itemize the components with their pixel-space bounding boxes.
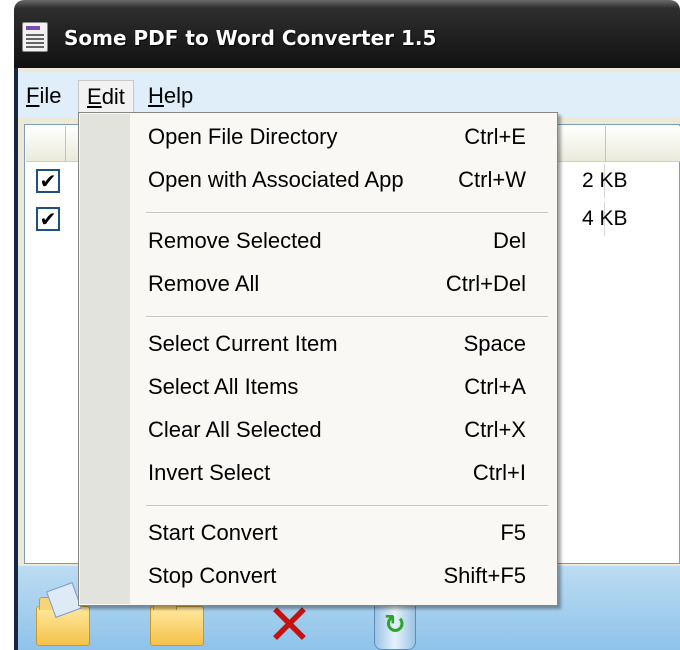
menu-item-open-file-directory[interactable]: Open File Directory Ctrl+E bbox=[132, 118, 556, 160]
menu-item-label: Remove All bbox=[148, 271, 260, 296]
menu-item-label: Open File Directory bbox=[148, 124, 338, 149]
menu-item-shortcut: Ctrl+I bbox=[472, 460, 526, 485]
menu-item-clear-all-selected[interactable]: Clear All Selected Ctrl+X bbox=[132, 411, 556, 453]
menu-item-label: Remove Selected bbox=[148, 228, 322, 253]
row-checkbox[interactable]: ✔ bbox=[36, 169, 60, 193]
menu-item-shortcut: Ctrl+X bbox=[464, 417, 526, 442]
window-title: Some PDF to Word Converter 1.5 bbox=[64, 26, 437, 50]
menu-help[interactable]: Help bbox=[140, 80, 201, 112]
menu-edit[interactable]: Edit bbox=[78, 80, 134, 112]
remove-x-icon: ✕ bbox=[266, 593, 313, 650]
menu-item-open-with-associated-app[interactable]: Open with Associated App Ctrl+W bbox=[132, 161, 556, 203]
menu-item-label: Start Convert bbox=[148, 520, 278, 545]
menu-item-label: Select All Items bbox=[148, 374, 299, 399]
menu-item-remove-selected[interactable]: Remove Selected Del bbox=[132, 222, 556, 264]
menu-item-select-all-items[interactable]: Select All Items Ctrl+A bbox=[132, 368, 556, 410]
recycle-arrow-icon: ↻ bbox=[384, 610, 406, 640]
menu-separator bbox=[146, 505, 548, 507]
menu-item-label: Select Current Item bbox=[148, 331, 338, 356]
menu-help-mnemonic: H bbox=[148, 83, 164, 108]
menu-file-mnemonic: F bbox=[26, 83, 40, 108]
menu-item-label: Open with Associated App bbox=[148, 167, 404, 192]
file-size: 2 KB bbox=[582, 169, 628, 192]
menu-item-label: Clear All Selected bbox=[148, 417, 322, 442]
menu-separator bbox=[146, 316, 548, 318]
menu-help-label: elp bbox=[163, 83, 194, 108]
column-header-size[interactable] bbox=[550, 126, 606, 162]
menu-edit-label: dit bbox=[101, 84, 125, 109]
menu-item-shortcut: Ctrl+W bbox=[458, 167, 526, 192]
menu-icon-gutter bbox=[80, 114, 130, 604]
app-pdf-icon[interactable] bbox=[22, 22, 48, 52]
menu-edit-mnemonic: E bbox=[87, 84, 102, 109]
menu-item-label: Invert Select bbox=[148, 460, 271, 485]
menu-item-remove-all[interactable]: Remove All Ctrl+Del bbox=[132, 265, 556, 307]
menu-item-select-current-item[interactable]: Select Current Item Space bbox=[132, 325, 556, 367]
menu-item-shortcut: Space bbox=[463, 331, 526, 356]
file-size: 4 KB bbox=[582, 207, 628, 230]
menu-item-shortcut: Del bbox=[492, 228, 526, 253]
menu-item-stop-convert[interactable]: Stop Convert Shift+F5 bbox=[132, 557, 556, 599]
menu-item-shortcut: Ctrl+E bbox=[464, 124, 526, 149]
row-checkbox[interactable]: ✔ bbox=[36, 207, 60, 231]
menu-separator bbox=[146, 212, 548, 214]
menu-item-start-convert[interactable]: Start Convert F5 bbox=[132, 514, 556, 556]
menu-item-shortcut: Shift+F5 bbox=[443, 563, 526, 588]
menu-item-shortcut: Ctrl+A bbox=[464, 374, 526, 399]
open-folder-icon bbox=[150, 597, 204, 646]
menu-file-label: ile bbox=[39, 83, 62, 108]
menu-item-invert-select[interactable]: Invert Select Ctrl+I bbox=[132, 454, 556, 496]
menu-file[interactable]: File bbox=[18, 80, 69, 112]
column-header-check[interactable] bbox=[26, 126, 66, 162]
menu-item-label: Stop Convert bbox=[148, 563, 277, 588]
menu-item-shortcut: F5 bbox=[500, 520, 526, 545]
menu-item-shortcut: Ctrl+Del bbox=[445, 271, 526, 296]
column-header-extra[interactable] bbox=[606, 126, 680, 162]
